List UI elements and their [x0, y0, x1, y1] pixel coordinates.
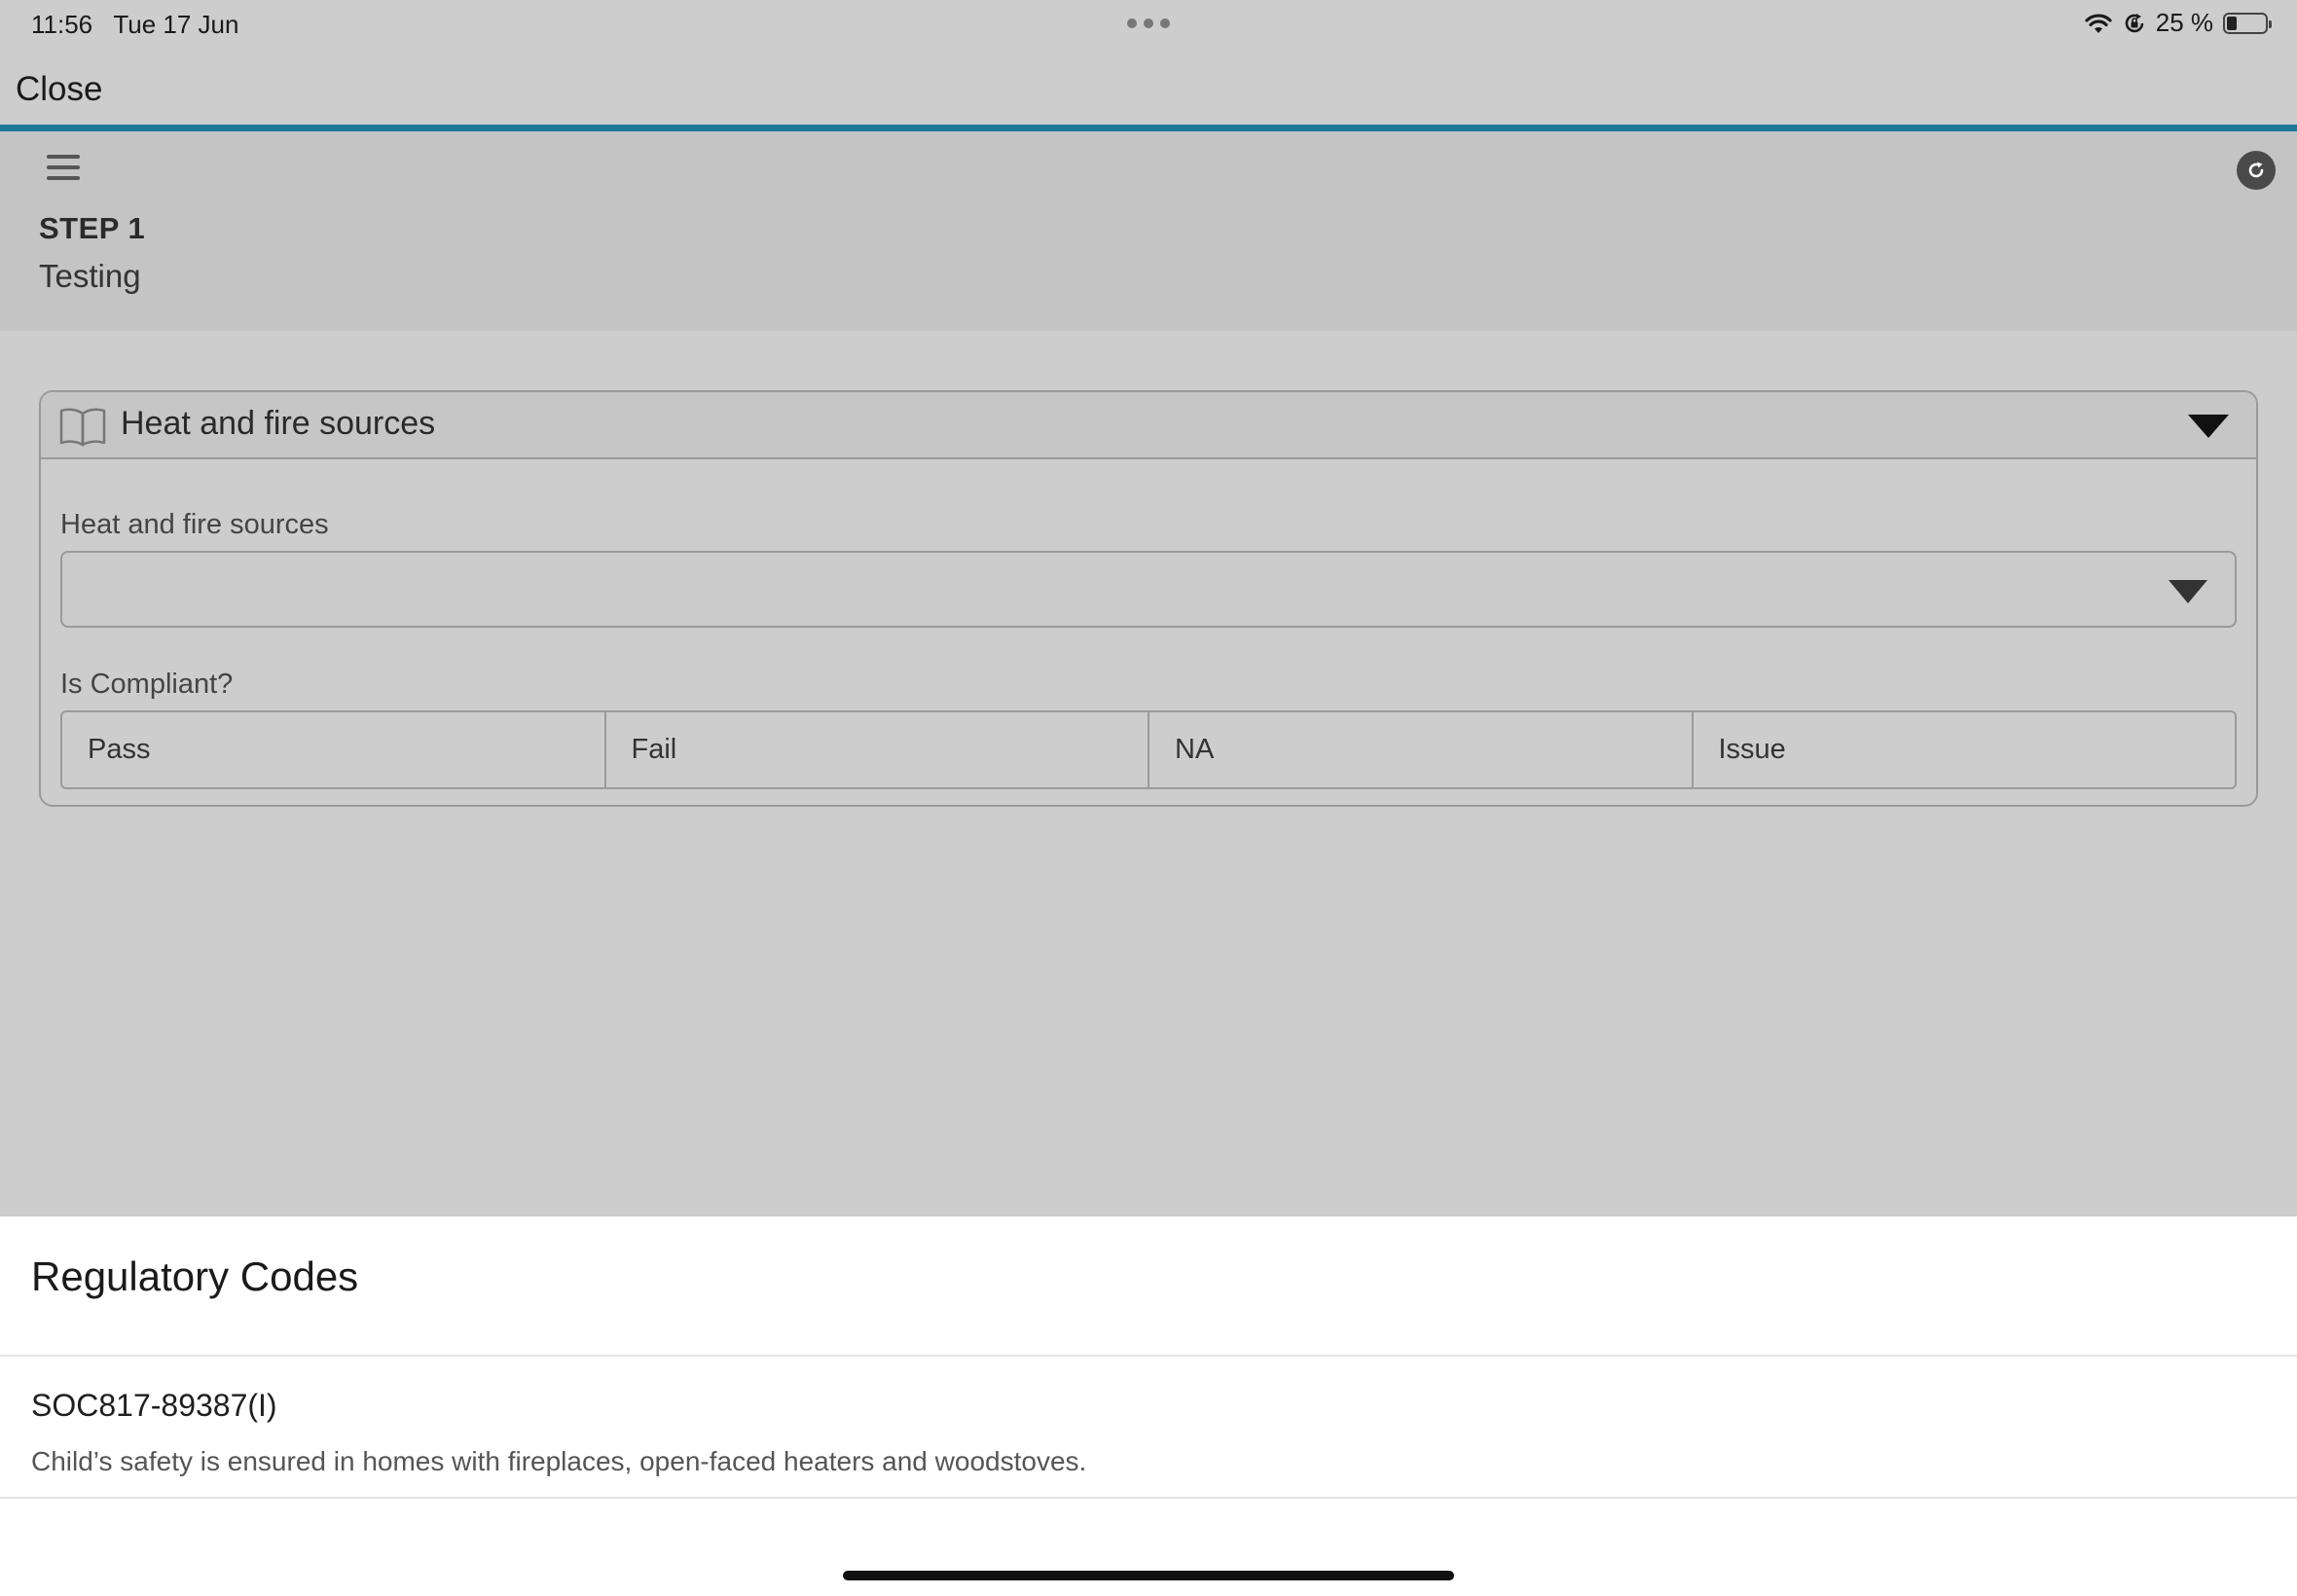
battery-level	[2227, 16, 2237, 30]
sheet-title: Regulatory Codes	[31, 1253, 359, 1299]
step-label: STEP 1	[39, 211, 146, 245]
divider	[0, 1497, 2297, 1499]
step-title: Testing	[39, 258, 141, 294]
collapse-chevron-icon[interactable]	[2188, 415, 2229, 438]
status-bar: 11:56 Tue 17 Jun 25 %	[0, 0, 2297, 47]
home-indicator[interactable]	[843, 1571, 1454, 1580]
battery-icon	[2223, 12, 2272, 34]
option-issue[interactable]: Issue	[1694, 712, 2236, 787]
menu-icon[interactable]	[47, 155, 80, 182]
divider	[0, 1355, 2297, 1357]
regulatory-codes-sheet: Regulatory Codes SOC817-89387(I) Child’s…	[0, 1216, 2297, 1596]
navigation-bar: Close	[0, 47, 2297, 127]
wifi-icon	[2085, 13, 2112, 33]
date-text: Tue 17 Jun	[113, 10, 239, 39]
heat-fire-sources-select[interactable]	[60, 551, 2237, 628]
refresh-icon[interactable]	[2237, 151, 2276, 190]
option-fail[interactable]: Fail	[606, 712, 1149, 787]
option-pass[interactable]: Pass	[62, 712, 606, 787]
option-na[interactable]: NA	[1149, 712, 1694, 787]
status-indicators: 25 %	[2084, 8, 2272, 38]
question-card: Heat and fire sources Heat and fire sour…	[39, 390, 2258, 807]
orientation-lock-icon	[2125, 13, 2144, 32]
status-time: 11:56 Tue 17 Jun	[31, 10, 238, 40]
step-header: STEP 1 Testing	[0, 131, 2297, 331]
battery-percent: 25 %	[2155, 8, 2213, 37]
accent-divider	[0, 125, 2297, 131]
compliance-label: Is Compliant?	[60, 669, 234, 700]
close-button[interactable]: Close	[16, 70, 102, 109]
select-label: Heat and fire sources	[60, 509, 329, 540]
book-icon	[59, 408, 106, 447]
regulatory-code-id: SOC817-89387(I)	[31, 1388, 277, 1423]
chevron-down-icon	[2169, 580, 2207, 603]
card-header[interactable]: Heat and fire sources	[41, 392, 2256, 459]
regulatory-code-description: Child’s safety is ensured in homes with …	[31, 1446, 1087, 1476]
card-title: Heat and fire sources	[121, 405, 436, 442]
compliance-options: Pass Fail NA Issue	[60, 710, 2237, 789]
multitasking-dots-icon[interactable]	[1127, 18, 1170, 28]
time-text: 11:56	[31, 10, 93, 39]
